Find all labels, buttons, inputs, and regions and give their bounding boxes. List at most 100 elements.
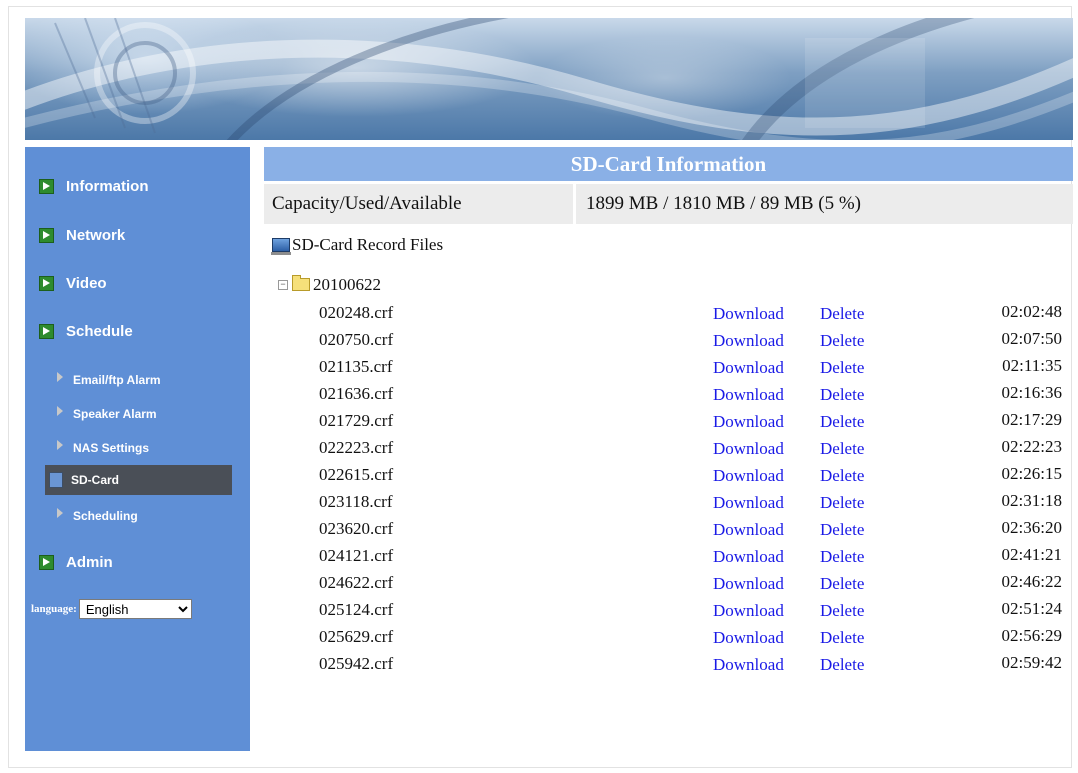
nav-information[interactable]: Information (39, 175, 149, 197)
file-name: 024622.crf (319, 573, 394, 592)
download-link[interactable]: Download (713, 466, 784, 486)
nav-scheduling-label: Scheduling (73, 509, 138, 523)
file-row: 021636.crf Download Delete 02:16:36 (264, 382, 1073, 408)
file-time: 02:26:15 (1001, 464, 1062, 483)
nav-sd-card-label: SD-Card (71, 473, 120, 487)
page-title: SD-Card Information (264, 147, 1073, 181)
file-time: 02:02:48 (1001, 302, 1062, 321)
file-name: 022615.crf (319, 465, 394, 484)
file-row: 022223.crf Download Delete 02:22:23 (264, 436, 1073, 462)
selected-item-icon (49, 472, 63, 488)
nav-email-ftp-alarm-label: Email/ftp Alarm (73, 373, 161, 387)
nav-nas-settings[interactable]: NAS Settings (55, 439, 149, 457)
file-name: 021636.crf (319, 384, 394, 403)
file-time: 02:36:20 (1001, 518, 1062, 537)
file-row: 022615.crf Download Delete 02:26:15 (264, 463, 1073, 489)
computer-icon (271, 238, 291, 255)
download-link[interactable]: Download (713, 520, 784, 540)
triangle-icon (57, 372, 63, 382)
header-banner (25, 18, 1073, 140)
file-time: 02:56:29 (1001, 626, 1062, 645)
download-link[interactable]: Download (713, 358, 784, 378)
file-row: 020248.crf Download Delete 02:02:48 (264, 301, 1073, 327)
nav-network-label: Network (66, 226, 126, 244)
nav-video[interactable]: Video (39, 272, 107, 294)
triangle-icon (57, 508, 63, 518)
nav-email-ftp-alarm[interactable]: Email/ftp Alarm (55, 371, 161, 389)
arrow-icon (39, 554, 54, 570)
file-row: 023118.crf Download Delete 02:31:18 (264, 490, 1073, 516)
file-time: 02:16:36 (1001, 383, 1062, 402)
language-select[interactable]: English (78, 599, 192, 619)
file-row: 023620.crf Download Delete 02:36:20 (264, 517, 1073, 543)
folder-icon (292, 274, 310, 291)
language-selector: language: English (31, 599, 192, 619)
download-link[interactable]: Download (713, 304, 784, 324)
delete-link[interactable]: Delete (820, 574, 864, 594)
delete-link[interactable]: Delete (820, 331, 864, 351)
file-time: 02:41:21 (1001, 545, 1062, 564)
delete-link[interactable]: Delete (820, 493, 864, 513)
delete-link[interactable]: Delete (820, 547, 864, 567)
delete-link[interactable]: Delete (820, 601, 864, 621)
nav-speaker-alarm[interactable]: Speaker Alarm (55, 405, 157, 423)
file-name: 021729.crf (319, 411, 394, 430)
nav-information-label: Information (66, 177, 149, 195)
delete-link[interactable]: Delete (820, 655, 864, 675)
nav-sd-card[interactable]: SD-Card (45, 465, 232, 495)
capacity-value: 1899 MB / 1810 MB / 89 MB (5 %) (576, 184, 1073, 224)
file-name: 020750.crf (319, 330, 394, 349)
file-row: 024622.crf Download Delete 02:46:22 (264, 571, 1073, 597)
delete-link[interactable]: Delete (820, 439, 864, 459)
download-link[interactable]: Download (713, 439, 784, 459)
file-time: 02:51:24 (1001, 599, 1062, 618)
delete-link[interactable]: Delete (820, 304, 864, 324)
download-link[interactable]: Download (713, 493, 784, 513)
download-link[interactable]: Download (713, 655, 784, 675)
download-link[interactable]: Download (713, 547, 784, 567)
file-name: 023620.crf (319, 519, 394, 538)
file-row: 025629.crf Download Delete 02:56:29 (264, 625, 1073, 651)
delete-link[interactable]: Delete (820, 466, 864, 486)
file-row: 021135.crf Download Delete 02:11:35 (264, 355, 1073, 381)
delete-link[interactable]: Delete (820, 385, 864, 405)
download-link[interactable]: Download (713, 385, 784, 405)
file-name: 025124.crf (319, 600, 394, 619)
nav-scheduling[interactable]: Scheduling (55, 507, 138, 525)
collapse-icon[interactable]: − (278, 280, 288, 290)
file-name: 023118.crf (319, 492, 393, 511)
delete-link[interactable]: Delete (820, 358, 864, 378)
capacity-label: Capacity/Used/Available (264, 184, 573, 224)
nav-video-label: Video (66, 274, 107, 292)
file-row: 025942.crf Download Delete 02:59:42 (264, 652, 1073, 678)
download-link[interactable]: Download (713, 412, 784, 432)
file-time: 02:17:29 (1001, 410, 1062, 429)
delete-link[interactable]: Delete (820, 520, 864, 540)
delete-link[interactable]: Delete (820, 628, 864, 648)
nav-admin[interactable]: Admin (39, 551, 113, 573)
nav-admin-label: Admin (66, 553, 113, 571)
file-name: 025942.crf (319, 654, 394, 673)
file-time: 02:07:50 (1001, 329, 1062, 348)
file-name: 020248.crf (319, 303, 394, 322)
nav-speaker-alarm-label: Speaker Alarm (73, 407, 157, 421)
arrow-icon (39, 275, 54, 291)
nav-network[interactable]: Network (39, 224, 125, 246)
file-time: 02:22:23 (1001, 437, 1062, 456)
download-link[interactable]: Download (713, 601, 784, 621)
folder-name: 20100622 (313, 275, 381, 294)
download-link[interactable]: Download (713, 574, 784, 594)
file-time: 02:11:35 (1002, 356, 1062, 375)
file-time: 02:31:18 (1001, 491, 1062, 510)
file-time: 02:59:42 (1001, 653, 1062, 672)
file-row: 025124.crf Download Delete 02:51:24 (264, 598, 1073, 624)
triangle-icon (57, 440, 63, 450)
delete-link[interactable]: Delete (820, 412, 864, 432)
arrow-icon (39, 323, 54, 339)
download-link[interactable]: Download (713, 628, 784, 648)
sidebar: Information Network Video Schedule Email… (25, 147, 250, 751)
folder-node[interactable]: − 20100622 (278, 274, 381, 295)
nav-schedule[interactable]: Schedule (39, 320, 133, 342)
file-name: 025629.crf (319, 627, 394, 646)
download-link[interactable]: Download (713, 331, 784, 351)
